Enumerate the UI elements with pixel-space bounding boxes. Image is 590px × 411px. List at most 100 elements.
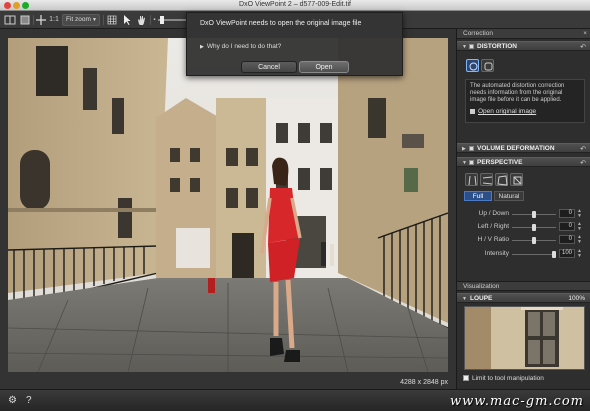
reset-icon[interactable]: ↶ [580,43,586,51]
reset-icon[interactable]: ↶ [580,159,586,167]
stepper-icon[interactable]: ▲ ▼ [577,222,582,232]
slider-value-field[interactable]: 0 [559,222,575,231]
slider-label: Left / Right [477,223,509,230]
auto-distortion-button[interactable] [466,59,479,72]
zoom-slider-handle[interactable] [160,16,164,24]
lens-correction-icon [469,62,478,71]
barrel-distortion-icon [484,62,493,71]
limit-to-tool-option[interactable]: Limit to tool manipulation [463,375,544,382]
slider-value-field[interactable]: 0 [559,235,575,244]
compare-view-button[interactable] [4,14,16,26]
expand-triangle-icon: ▶ [462,146,466,152]
window-title: DxO ViewPoint 2 – d577-009-Edit.tif [239,1,351,8]
intensity-slider[interactable] [512,254,556,255]
slider-label: Intensity [484,250,509,257]
cancel-button[interactable]: Cancel [241,61,297,73]
mode-full-button[interactable]: Full [464,191,492,201]
title-bar: DxO ViewPoint 2 – d577-009-Edit.tif [0,0,590,11]
toolbar-divider [150,15,151,25]
open-button[interactable]: Open [299,61,349,73]
perspective-rectangle-button[interactable] [495,173,508,186]
stepper-icon[interactable]: ▲ ▼ [577,209,582,219]
perspective-vertical-button[interactable] [465,173,478,186]
volume-enable-checkbox[interactable] [469,146,474,151]
slider-handle[interactable] [532,224,536,231]
slider-label: H / V Ratio [477,236,509,243]
volume-title: VOLUME DEFORMATION [477,145,555,152]
slider-value-field[interactable]: 100 [559,249,575,258]
visualization-tab[interactable]: Visualization [457,281,590,291]
slider-label: Up / Down [478,210,509,217]
open-original-dialog: DxO ViewPoint needs to open the original… [186,12,403,76]
why-disclosure[interactable]: ▶ Why do I need to do that? [200,43,281,50]
slider-handle[interactable] [552,251,556,258]
slider-value-field[interactable]: 0 [559,209,575,218]
slider-handle[interactable] [532,211,536,218]
hand-icon [138,16,145,25]
image-resolution: 4288 x 2848 px [400,379,448,386]
visualization-label: Visualization [463,283,500,290]
volume-deformation-header[interactable]: ▶ VOLUME DEFORMATION ↶ [457,143,590,153]
left-right-slider-row: Left / Right 0 ▲ ▼ [457,222,590,232]
mode-natural-button[interactable]: Natural [494,191,524,201]
stepper-icon[interactable]: ▲ ▼ [577,249,582,259]
photo-canvas [8,38,448,372]
panel-tab-label: Correction [463,30,493,37]
distortion-info-box: The automated distortion correction need… [465,79,585,123]
distortion-title: DISTORTION [477,43,517,50]
eight-point-icon [513,176,522,185]
reset-icon[interactable]: ↶ [580,145,586,153]
open-original-link-label: Open original image [478,108,537,115]
single-view-button[interactable] [19,14,31,26]
perspective-horizontal-button[interactable] [480,173,493,186]
hv-ratio-slider-row: H / V Ratio 0 ▲ ▼ [457,235,590,245]
perspective-header[interactable]: ▼ PERSPECTIVE ↶ [457,157,590,167]
gear-icon[interactable]: ⚙ [8,395,17,406]
chevron-down-icon: ▼ [92,17,97,23]
distortion-info-text: The automated distortion correction need… [470,83,565,103]
perspective-eight-point-button[interactable] [510,173,523,186]
loupe-image [465,307,584,369]
pointer-icon [124,15,131,25]
distortion-header[interactable]: ▼ DISTORTION ↶ [457,41,590,51]
grid-button[interactable] [107,14,117,26]
stepper-icon[interactable]: ▲ ▼ [577,235,582,245]
perspective-enable-checkbox[interactable] [469,160,474,165]
zoom-select[interactable]: Fit zoom ▼ [62,14,100,26]
manual-distortion-button[interactable] [481,59,494,72]
street-photo [8,38,448,372]
rectangle-icon [497,175,508,186]
collapse-triangle-icon: ▼ [462,296,467,302]
image-viewer[interactable]: 4288 x 2848 px [0,29,456,389]
close-icon[interactable]: × [583,30,587,37]
toolbar-divider [33,15,34,25]
help-icon[interactable]: ? [26,395,32,406]
loupe-header[interactable]: ▼ LOUPE 100% [457,293,590,303]
collapse-triangle-icon: ▼ [462,160,467,166]
vertical-lines-icon [468,175,477,186]
intensity-slider-row: Intensity 100 ▲ ▼ [457,249,590,259]
grid-icon [107,15,117,25]
zoom-select-value: Fit zoom [66,16,91,23]
loupe-zoom-select[interactable]: 100% [568,295,585,302]
move-arrows-icon [36,15,46,25]
distortion-enable-checkbox[interactable] [469,44,474,49]
slider-handle[interactable] [532,237,536,244]
collapse-triangle-icon: ▼ [462,44,467,50]
toolbar-divider [103,15,104,25]
limit-checkbox[interactable] [463,375,469,381]
pointer-tool-button[interactable] [122,14,132,26]
correction-panel: Correction × ▼ DISTORTION ↶ The automate… [456,29,590,389]
panel-tab[interactable]: Correction × [457,29,590,39]
open-original-link[interactable]: Open original image [470,108,580,115]
watermark: www.mac-gm.com [450,394,584,409]
split-view-icon [4,15,16,25]
dialog-message: DxO ViewPoint needs to open the original… [200,20,362,27]
single-view-icon [20,15,30,25]
loupe-preview[interactable] [464,306,585,370]
loupe-title: LOUPE [470,295,493,302]
hand-tool-button[interactable] [136,14,146,26]
limit-label: Limit to tool manipulation [472,375,544,382]
zoom-100-button[interactable]: 1:1 [48,14,60,26]
fit-button[interactable] [36,14,46,26]
